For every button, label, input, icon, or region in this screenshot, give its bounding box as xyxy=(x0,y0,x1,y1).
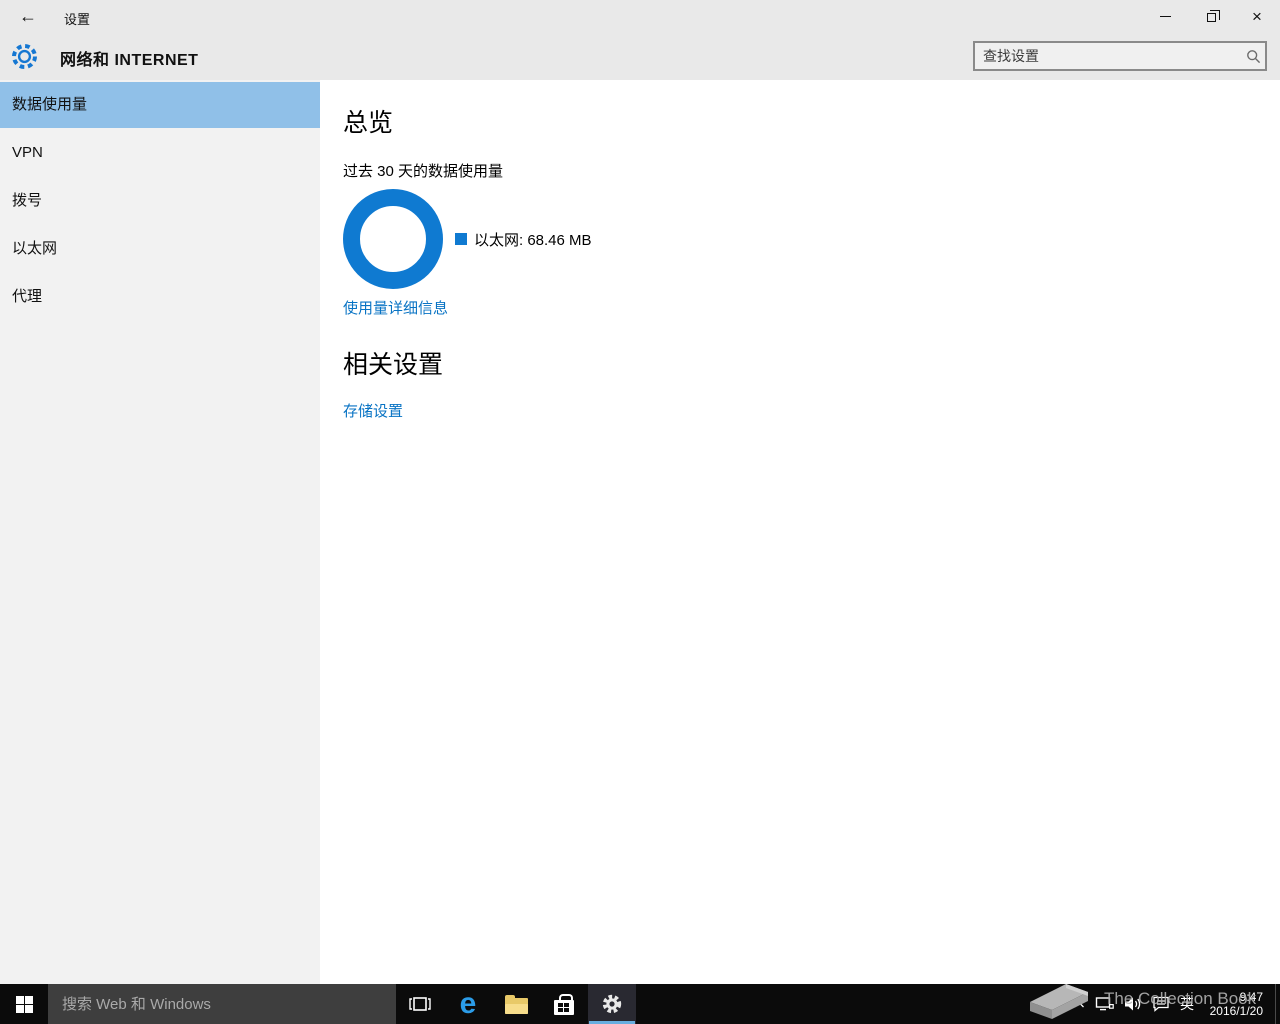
show-desktop-button[interactable] xyxy=(1275,984,1280,1024)
restore-button[interactable] xyxy=(1188,0,1234,32)
settings-search-box xyxy=(973,41,1267,71)
start-button[interactable] xyxy=(0,984,48,1024)
related-settings-heading: 相关设置 xyxy=(343,345,1280,381)
action-center-button[interactable] xyxy=(1152,996,1170,1012)
page-title: 网络和 INTERNET xyxy=(60,46,198,70)
legend-swatch-ethernet xyxy=(455,233,467,245)
settings-search-input[interactable] xyxy=(975,48,1241,64)
main-content: 总览 过去 30 天的数据使用量 以太网: 68.46 MB 使用量详细信息 相… xyxy=(320,80,1280,984)
volume-tray-button[interactable] xyxy=(1124,996,1142,1012)
title-header-bar: ← 设置 × 网络和 INTERNET xyxy=(0,0,1280,80)
close-icon: × xyxy=(1252,8,1262,25)
usage-donut-chart xyxy=(343,189,443,289)
clock-date: 2016/1/20 xyxy=(1207,1004,1263,1018)
window-title: 设置 xyxy=(64,9,90,28)
settings-window: ← 设置 × 网络和 INTERNET 数据使用量 xyxy=(0,0,1280,1024)
edge-button[interactable]: e xyxy=(444,984,492,1024)
usage-chart-row: 以太网: 68.46 MB xyxy=(343,189,1280,289)
settings-gear-icon xyxy=(10,42,39,76)
sidebar-item-dial-up[interactable]: 拨号 xyxy=(0,178,320,224)
gear-icon xyxy=(601,993,623,1015)
chart-legend: 以太网: 68.46 MB xyxy=(455,229,592,250)
legend-label: 以太网: 68.46 MB xyxy=(474,229,592,250)
system-tray: 英 9:47 2016/1/20 xyxy=(1068,984,1280,1024)
storage-settings-link[interactable]: 存储设置 xyxy=(343,400,403,421)
chevron-up-icon xyxy=(1073,1000,1085,1009)
volume-icon xyxy=(1124,996,1142,1012)
sidebar-item-ethernet[interactable]: 以太网 xyxy=(0,226,320,272)
clock-time: 9:47 xyxy=(1207,990,1263,1004)
action-center-icon xyxy=(1152,996,1170,1012)
task-view-button[interactable] xyxy=(396,984,444,1024)
restore-icon xyxy=(1207,13,1216,22)
window-controls: × xyxy=(1142,0,1280,32)
minimize-button[interactable] xyxy=(1142,0,1188,32)
folder-icon xyxy=(505,998,528,1014)
sidebar: 数据使用量 VPN 拨号 以太网 代理 xyxy=(0,80,320,984)
windows-logo-icon xyxy=(16,996,33,1013)
back-arrow-icon: ← xyxy=(19,6,37,26)
network-tray-button[interactable] xyxy=(1095,996,1114,1012)
search-icon[interactable] xyxy=(1241,49,1265,64)
taskbar-clock[interactable]: 9:47 2016/1/20 xyxy=(1207,990,1263,1018)
settings-taskbar-button[interactable] xyxy=(588,984,636,1024)
taskbar-search-box xyxy=(48,984,396,1024)
file-explorer-button[interactable] xyxy=(492,984,540,1024)
close-button[interactable]: × xyxy=(1234,0,1280,32)
minimize-icon xyxy=(1160,16,1171,17)
tray-expand-button[interactable] xyxy=(1073,1000,1085,1009)
sidebar-item-data-usage[interactable]: 数据使用量 xyxy=(0,82,320,128)
network-icon xyxy=(1095,996,1114,1012)
store-button[interactable] xyxy=(540,984,588,1024)
taskbar: e xyxy=(0,984,1280,1024)
edge-icon: e xyxy=(460,989,477,1019)
sidebar-item-proxy[interactable]: 代理 xyxy=(0,274,320,320)
sidebar-item-vpn[interactable]: VPN xyxy=(0,130,320,176)
ime-indicator[interactable]: 英 xyxy=(1180,994,1194,1014)
task-view-icon xyxy=(409,995,431,1013)
overview-heading: 总览 xyxy=(343,103,1280,139)
taskbar-search-input[interactable] xyxy=(48,996,396,1013)
usage-period-caption: 过去 30 天的数据使用量 xyxy=(343,160,1280,181)
store-icon xyxy=(554,1000,574,1015)
back-button[interactable]: ← xyxy=(14,4,42,28)
usage-details-link[interactable]: 使用量详细信息 xyxy=(343,297,448,318)
